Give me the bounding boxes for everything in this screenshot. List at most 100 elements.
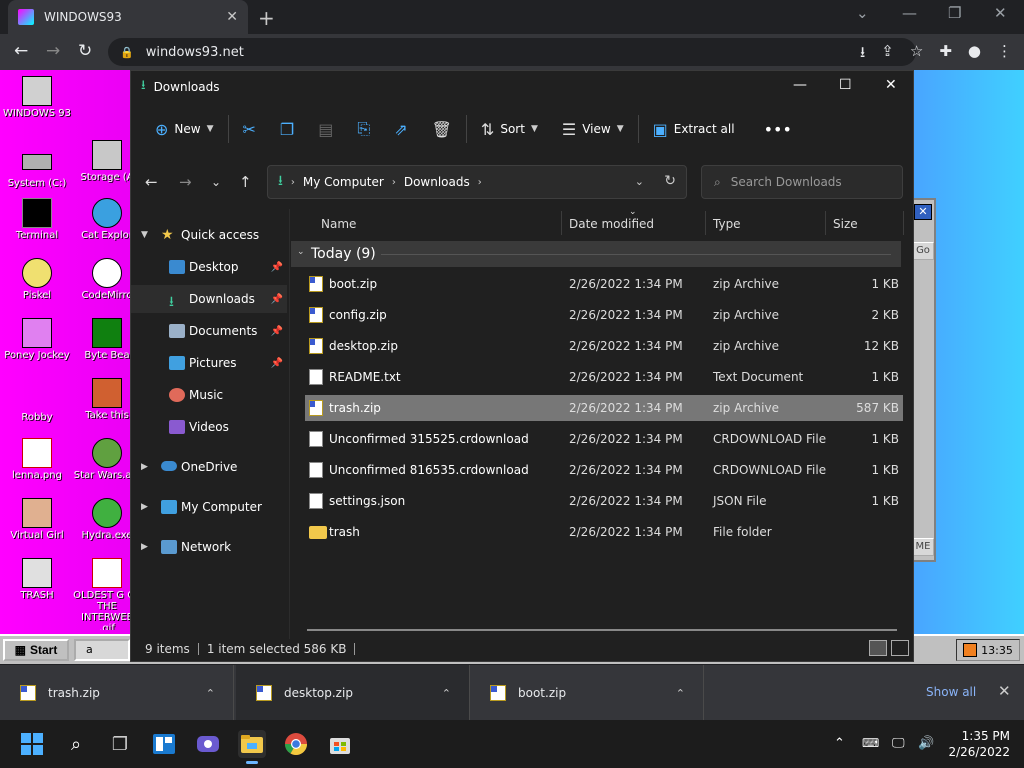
taskbar-window-button[interactable]: a bbox=[74, 639, 130, 661]
pin-icon[interactable]: 📌 bbox=[271, 262, 283, 273]
chevron-right-icon[interactable]: ▶ bbox=[141, 462, 148, 472]
chrome-icon[interactable] bbox=[282, 730, 310, 758]
extensions-icon[interactable]: ✚ bbox=[939, 42, 952, 67]
download-item[interactable]: boot.zip ⌃ bbox=[470, 665, 704, 721]
me-button[interactable]: ME bbox=[912, 538, 934, 556]
desktop-icon[interactable]: System (C:) bbox=[2, 146, 72, 189]
chevron-down-icon[interactable]: ▼ bbox=[141, 230, 148, 240]
back-icon[interactable]: ← bbox=[14, 41, 28, 61]
close-shelf-icon[interactable]: ✕ bbox=[998, 682, 1011, 700]
download-item[interactable]: trash.zip ⌃ bbox=[0, 665, 234, 721]
address-bar[interactable]: 🔒 windows93.net bbox=[108, 38, 916, 66]
teams-chat-icon[interactable] bbox=[194, 730, 222, 758]
start-windows-icon[interactable] bbox=[18, 730, 46, 758]
paste-button[interactable]: ▤ bbox=[312, 113, 339, 145]
menu-icon[interactable]: ⋮ bbox=[997, 42, 1012, 67]
system-clock[interactable]: 1:35 PM 2/26/2022 bbox=[948, 728, 1010, 760]
delete-button[interactable]: 🗑 bbox=[426, 113, 458, 145]
close-window-icon[interactable]: ✕ bbox=[994, 4, 1007, 22]
back-icon[interactable]: ← bbox=[145, 173, 158, 191]
desktop-icon[interactable]: lenna.png bbox=[2, 438, 72, 481]
cut-button[interactable]: ✂ bbox=[237, 113, 262, 145]
download-item[interactable]: desktop.zip ⌃ bbox=[236, 665, 470, 721]
refresh-icon[interactable]: ↻ bbox=[664, 173, 676, 189]
browser-tab[interactable]: WINDOWS93 ✕ bbox=[8, 0, 248, 34]
copy-button[interactable]: ❐ bbox=[274, 113, 300, 145]
sidebar-item-my-computer[interactable]: ▶ My Computer bbox=[131, 493, 287, 521]
desktop-icon[interactable]: Robby bbox=[2, 380, 72, 423]
search-icon[interactable]: ⌕ bbox=[62, 730, 90, 758]
chevron-up-icon[interactable]: ⌃ bbox=[206, 687, 215, 700]
forward-icon[interactable]: → bbox=[46, 41, 60, 61]
forward-icon[interactable]: → bbox=[179, 173, 192, 191]
share-button[interactable]: ⇗ bbox=[388, 113, 413, 145]
widgets-icon[interactable] bbox=[150, 730, 178, 758]
network-icon[interactable]: 🖵 bbox=[892, 736, 905, 751]
window-titlebar[interactable]: ⭳ Downloads — ☐ ✕ bbox=[131, 71, 913, 103]
rss-icon[interactable] bbox=[963, 643, 978, 657]
sidebar-item-onedrive[interactable]: ▶ OneDrive bbox=[131, 453, 287, 481]
file-row[interactable]: desktop.zip 2/26/2022 1:34 PM zip Archiv… bbox=[305, 333, 903, 359]
file-row[interactable]: settings.json 2/26/2022 1:34 PM JSON Fil… bbox=[305, 488, 903, 514]
share-icon[interactable]: ⇪ bbox=[881, 42, 894, 67]
file-row[interactable]: Unconfirmed 315525.crdownload 2/26/2022 … bbox=[305, 426, 903, 452]
sidebar-item-network[interactable]: ▶ Network bbox=[131, 533, 287, 561]
column-type[interactable]: Type bbox=[713, 217, 741, 231]
new-button[interactable]: ⊕ New ▼ bbox=[149, 113, 220, 145]
store-icon[interactable] bbox=[326, 730, 354, 758]
restore-icon[interactable]: ❐ bbox=[948, 4, 961, 22]
pin-icon[interactable]: 📌 bbox=[271, 326, 283, 337]
show-hidden-icons-icon[interactable]: ⌃ bbox=[834, 736, 845, 751]
path-dropdown-icon[interactable]: ⌄ bbox=[635, 175, 644, 188]
breadcrumb-downloads[interactable]: Downloads bbox=[404, 175, 470, 189]
more-options-button[interactable]: ••• bbox=[758, 113, 798, 145]
folder-row[interactable]: trash 2/26/2022 1:34 PM File folder bbox=[305, 519, 903, 545]
column-name[interactable]: Name bbox=[321, 217, 356, 231]
horizontal-scrollbar[interactable] bbox=[307, 629, 897, 631]
pane-splitter[interactable] bbox=[289, 209, 290, 639]
file-row[interactable]: README.txt 2/26/2022 1:34 PM Text Docume… bbox=[305, 364, 903, 390]
volume-icon[interactable]: 🔊 bbox=[918, 736, 934, 751]
rename-button[interactable]: ⎘ bbox=[351, 113, 376, 145]
maximize-icon[interactable]: ☐ bbox=[839, 77, 852, 93]
chevron-up-icon[interactable]: ⌃ bbox=[442, 687, 451, 700]
sidebar-item-desktop[interactable]: Desktop 📌 bbox=[131, 253, 287, 281]
search-input[interactable]: ⌕ Search Downloads bbox=[701, 165, 903, 199]
pin-icon[interactable]: 📌 bbox=[271, 294, 283, 305]
up-icon[interactable]: ↑ bbox=[239, 173, 252, 191]
extract-all-button[interactable]: ▣ Extract all bbox=[647, 113, 741, 145]
sidebar-item-pictures[interactable]: Pictures 📌 bbox=[131, 349, 287, 377]
desktop-icon[interactable]: WINDOWS 93 bbox=[2, 76, 72, 119]
new-tab-icon[interactable]: + bbox=[258, 6, 275, 30]
sidebar-item-documents[interactable]: Documents 📌 bbox=[131, 317, 287, 345]
desktop-icon[interactable]: Piskel bbox=[2, 258, 72, 301]
start-button[interactable]: ▦ Start bbox=[3, 639, 69, 661]
bookmark-star-icon[interactable]: ☆ bbox=[910, 42, 923, 67]
sidebar-item-music[interactable]: Music bbox=[131, 381, 287, 409]
file-explorer-window[interactable]: ⭳ Downloads — ☐ ✕ ⊕ New ▼ ✂ ❐ ▤ ⎘ ⇗ 🗑 ⇅ … bbox=[130, 70, 914, 662]
chevron-up-icon[interactable]: ⌃ bbox=[676, 687, 685, 700]
task-view-icon[interactable]: ❐ bbox=[106, 730, 134, 758]
chevron-down-icon[interactable]: ⌄ bbox=[297, 247, 305, 257]
desktop-icon[interactable]: Terminal bbox=[2, 198, 72, 241]
desktop-icon[interactable]: Poney Jockey bbox=[2, 318, 72, 361]
show-all-link[interactable]: Show all bbox=[926, 685, 976, 699]
file-row[interactable]: boot.zip 2/26/2022 1:34 PM zip Archive 1… bbox=[305, 271, 903, 297]
file-explorer-icon[interactable] bbox=[238, 730, 266, 764]
sidebar-item-videos[interactable]: Videos bbox=[131, 413, 287, 441]
reload-icon[interactable]: ↻ bbox=[78, 41, 92, 61]
address-path[interactable]: ⭳ › My Computer › Downloads › ⌄ ↻ bbox=[267, 165, 687, 199]
group-header-today[interactable]: ⌄ Today (9) bbox=[291, 241, 901, 267]
close-tab-icon[interactable]: ✕ bbox=[226, 9, 238, 25]
minimize-icon[interactable]: — bbox=[793, 77, 807, 93]
tiles-view-icon[interactable] bbox=[891, 640, 909, 656]
breadcrumb-my-computer[interactable]: My Computer bbox=[303, 175, 384, 189]
keyboard-icon[interactable]: ⌨ bbox=[862, 736, 879, 750]
column-size[interactable]: Size bbox=[833, 217, 858, 231]
file-row[interactable]: Unconfirmed 816535.crdownload 2/26/2022 … bbox=[305, 457, 903, 483]
sidebar-item-downloads[interactable]: ⭳ Downloads 📌 bbox=[131, 285, 287, 313]
desktop-icon[interactable]: Virtual Girl bbox=[2, 498, 72, 541]
tab-search-icon[interactable]: ⌄ bbox=[856, 4, 869, 22]
lock-icon[interactable]: 🔒 bbox=[120, 46, 134, 59]
column-date-modified[interactable]: Date modified bbox=[569, 217, 654, 231]
